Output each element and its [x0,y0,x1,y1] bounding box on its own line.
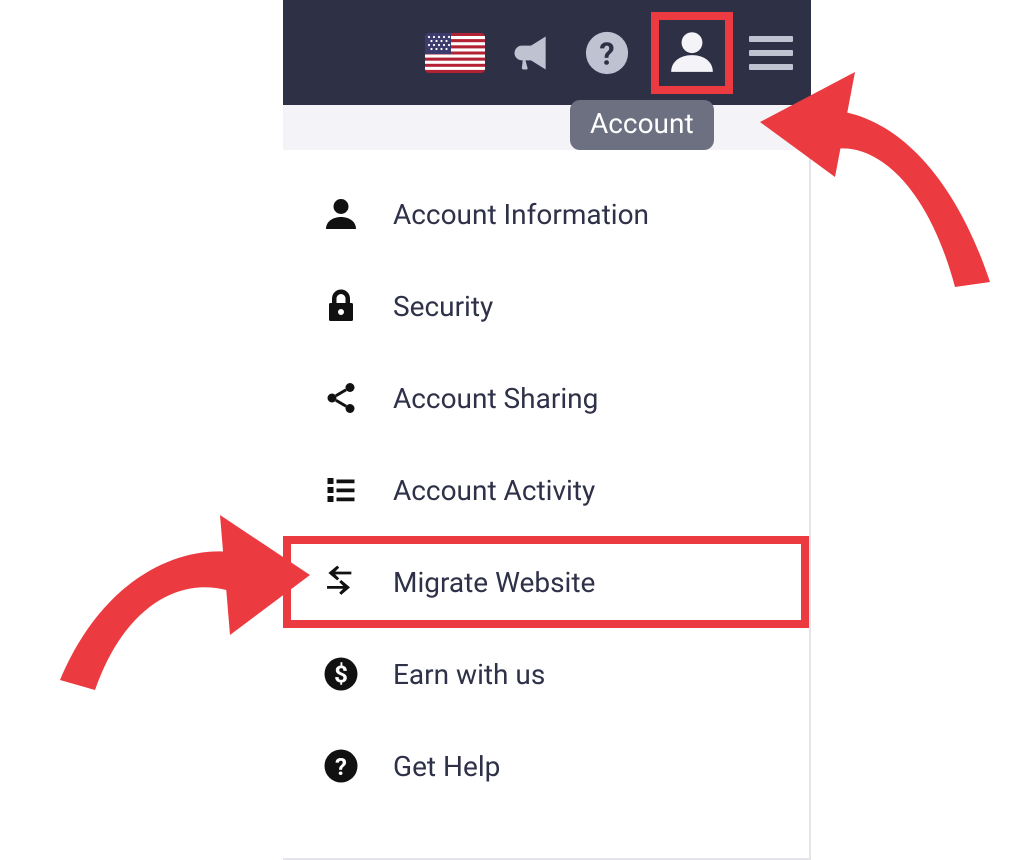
account-tooltip: Account [570,100,714,150]
swap-arrows-icon [323,562,371,602]
help-icon[interactable]: ? [577,23,637,83]
menu-item-security[interactable]: Security [283,260,809,352]
menu-item-account-information[interactable]: Account Information [283,168,809,260]
menu-item-migrate-website[interactable]: Migrate Website [283,536,809,628]
menu-item-label: Migrate Website [393,566,595,599]
menu-item-earn-with-us[interactable]: $ Earn with us [283,628,809,720]
account-menu-panel: Account Information Security Account Sha… [283,150,811,860]
menu-item-label: Account Information [393,198,649,231]
person-icon [323,194,371,234]
megaphone-icon[interactable] [501,23,561,83]
annotation-arrow-left [40,490,310,720]
menu-item-label: Get Help [393,750,500,783]
help-circle-icon: ? [323,746,371,786]
svg-text:?: ? [599,37,614,72]
top-bar: ? [283,0,811,105]
dollar-circle-icon: $ [323,654,371,694]
account-button-highlight [651,12,733,94]
list-icon [323,470,371,510]
lock-icon [323,286,371,326]
menu-item-label: Security [393,290,493,323]
svg-text:$: $ [334,660,348,688]
hamburger-icon[interactable] [749,36,793,70]
menu-item-label: Account Sharing [393,382,598,415]
menu-item-account-sharing[interactable]: Account Sharing [283,352,809,444]
toolbar-strip [283,105,811,150]
menu-item-account-activity[interactable]: Account Activity [283,444,809,536]
menu-item-label: Account Activity [393,474,595,507]
flag-usa-icon[interactable] [425,33,485,73]
share-icon [323,378,371,418]
menu-item-label: Earn with us [393,658,545,691]
svg-text:?: ? [335,753,347,781]
menu-item-get-help[interactable]: ? Get Help [283,720,809,812]
account-menu: Account Information Security Account Sha… [283,150,809,812]
account-icon[interactable] [667,26,717,80]
